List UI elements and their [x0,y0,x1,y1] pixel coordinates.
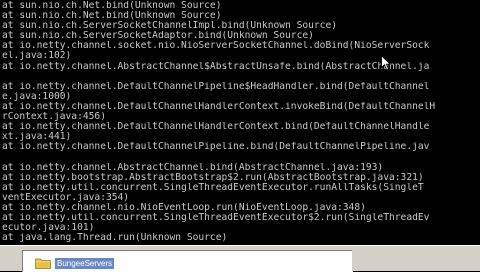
console-window[interactable]: at sun.nio.ch.Net.bind(Unknown Source) a… [0,0,480,245]
mouse-pointer-icon [381,55,391,71]
console-line: ecutor.java:101) [2,223,95,234]
console-line: at io.netty.channel.AbstractChannel$Abst… [2,61,430,72]
console-line: ventExecutor.java:354) [2,192,130,203]
console-line: at io.netty.channel.DefaultChannelHandle… [2,101,436,112]
console-line: at io.netty.channel.DefaultChannelPipeli… [2,142,430,153]
console-line: at io.netty.channel.socket.nio.NioServer… [2,41,430,52]
console-line: at sun.nio.ch.Net.bind(Unknown Source) [2,11,222,22]
status-pane [352,250,480,271]
console-line: rContext.java:456) [2,112,106,123]
console-line: at io.netty.channel.DefaultChannelPipeli… [2,81,430,92]
explorer-strip: BungeeServers [0,245,480,272]
console-line: e.java:1000) [2,91,72,102]
console-line: at io.netty.util.concurrent.SingleThread… [2,182,424,193]
console-line: at java.lang.Thread.run(Unknown Source) [2,233,228,244]
console-line: el.java:102) [2,51,72,62]
console-output: at sun.nio.ch.Net.bind(Unknown Source) a… [2,1,480,243]
console-line: at sun.nio.ch.Net.bind(Unknown Source) [2,1,222,11]
tree-item-label: BungeeServers [55,257,115,269]
console-line: at io.netty.bootstrap.AbstractBootstrap$… [2,172,424,183]
console-line: at io.netty.channel.nio.NioEventLoop.run… [2,202,366,213]
console-line: at io.netty.channel.DefaultChannelHandle… [2,122,430,133]
console-line: at io.netty.util.concurrent.SingleThread… [2,212,430,223]
folder-icon [35,258,51,269]
folder-tree[interactable]: BungeeServers [22,250,353,272]
console-line: at io.netty.channel.AbstractChannel.bind… [2,162,384,173]
console-line: xt.java:441) [2,132,72,143]
console-line: at sun.nio.ch.ServerSocketAdaptor.bind(U… [2,31,314,42]
console-line: at sun.nio.ch.ServerSocketChannelImpl.bi… [2,21,338,32]
side-gutter [0,246,22,271]
tree-item-bungeeservers[interactable]: BungeeServers [35,256,115,270]
